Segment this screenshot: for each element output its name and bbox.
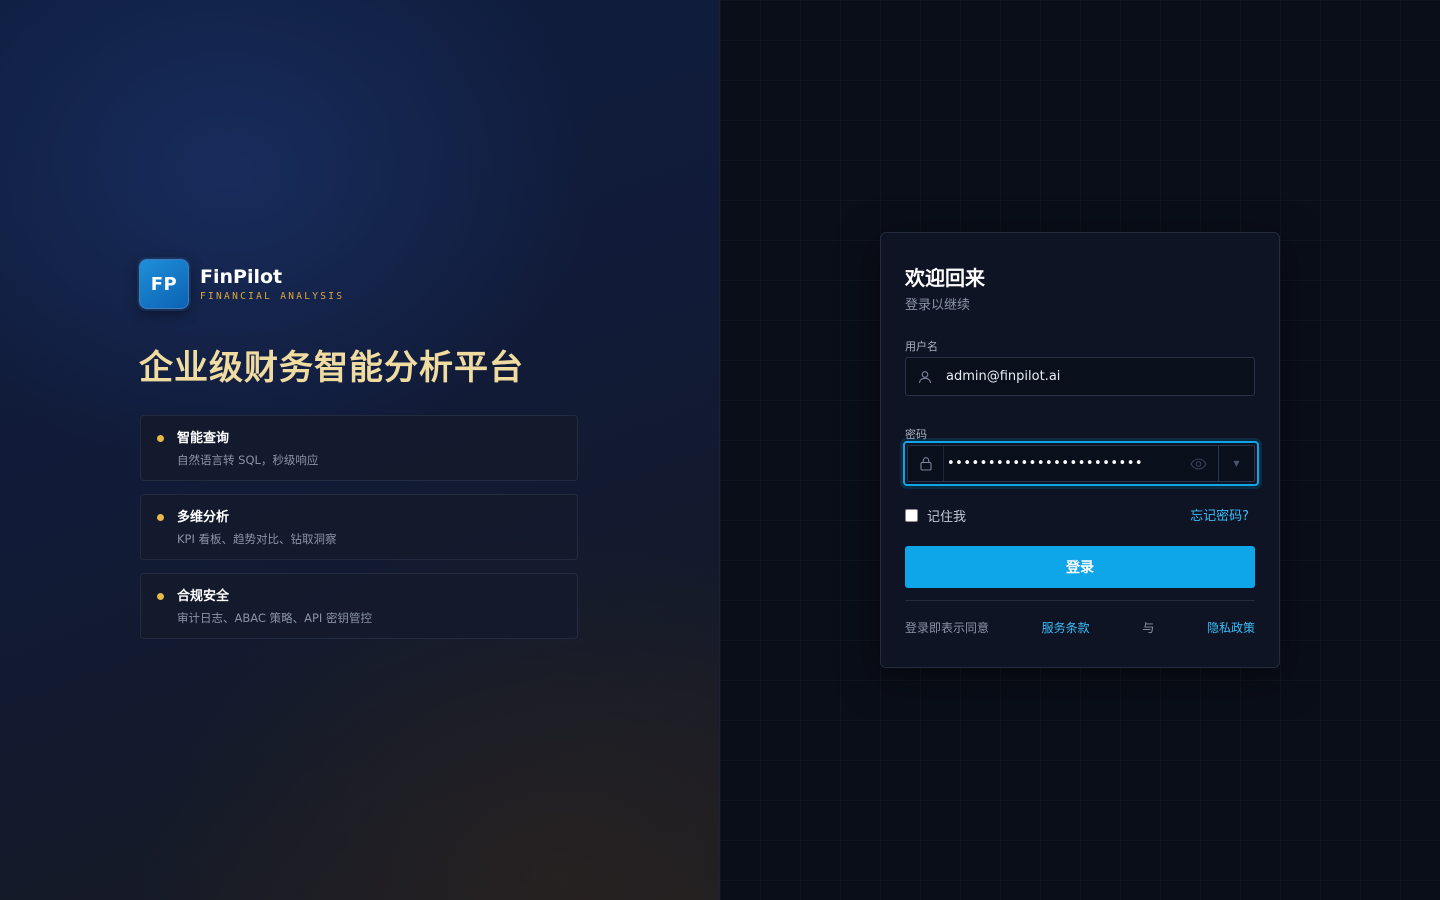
bullet-dot-icon [157,435,164,442]
feature-title: 智能查询 [177,431,230,446]
login-panel: 欢迎回来 登录以继续 用户名 密码 [720,0,1440,900]
terms-row: 登录即表示同意 服务条款 与 隐私政策 [905,619,1255,636]
brand-name: FinPilot [200,266,283,288]
brand-tagline: FINANCIAL ANALYSIS [200,291,345,302]
feature-desc: 自然语言转 SQL，秒级响应 [177,453,319,467]
remember-checkbox[interactable] [905,509,918,522]
privacy-policy-link[interactable]: 隐私政策 [1207,619,1255,636]
remember-label: 记住我 [927,510,967,525]
lock-icon [908,446,944,481]
terms-prefix: 登录即表示同意 [905,621,990,635]
password-label: 密码 [905,428,927,441]
remember-me[interactable]: 记住我 [905,506,966,525]
forgot-password-link[interactable]: 忘记密码? [1190,505,1249,524]
terms-and: 与 [1142,621,1155,635]
user-icon [906,358,944,395]
bullet-dot-icon [157,593,164,600]
terms-of-service-link[interactable]: 服务条款 [1042,619,1090,636]
divider [905,600,1255,601]
login-card: 欢迎回来 登录以继续 用户名 密码 [880,232,1280,668]
feature-card: 智能查询 自然语言转 SQL，秒级响应 [140,415,578,481]
feature-title: 合规安全 [177,589,230,604]
hero-headline: 企业级财务智能分析平台 [139,348,524,388]
login-title: 欢迎回来 [905,266,985,290]
feature-desc: KPI 看板、趋势对比、钻取洞察 [177,532,337,546]
feature-card: 多维分析 KPI 看板、趋势对比、钻取洞察 [140,494,578,560]
feature-title: 多维分析 [177,510,230,525]
brand-panel: FP FinPilot FINANCIAL ANALYSIS 企业级财务智能分析… [0,0,720,900]
eye-icon[interactable] [1178,446,1218,481]
brand-text: FinPilot FINANCIAL ANALYSIS [200,266,344,302]
username-label: 用户名 [905,340,938,353]
feature-list: 智能查询 自然语言转 SQL，秒级响应 多维分析 KPI 看板、趋势对比、钻取洞… [140,415,578,652]
password-input-wrapper[interactable]: •••••••••••••••••••••••• ▼ [907,445,1255,482]
bullet-dot-icon [157,514,164,521]
feature-desc: 审计日志、ABAC 策略、API 密钥管控 [177,611,372,625]
login-button[interactable]: 登录 [905,546,1255,588]
dropdown-icon[interactable]: ▼ [1218,446,1254,481]
login-page: FP FinPilot FINANCIAL ANALYSIS 企业级财务智能分析… [0,0,1440,900]
password-field[interactable]: •••••••••••••••••••••••• ▼ [903,441,1259,486]
password-input[interactable]: •••••••••••••••••••••••• [944,457,1178,470]
brand-logo: FP [139,259,189,309]
login-subtitle: 登录以继续 [905,298,971,313]
feature-card: 合规安全 审计日志、ABAC 策略、API 密钥管控 [140,573,578,639]
username-field[interactable] [905,357,1255,396]
username-input[interactable] [944,368,1254,385]
brand: FP FinPilot FINANCIAL ANALYSIS [139,259,344,309]
